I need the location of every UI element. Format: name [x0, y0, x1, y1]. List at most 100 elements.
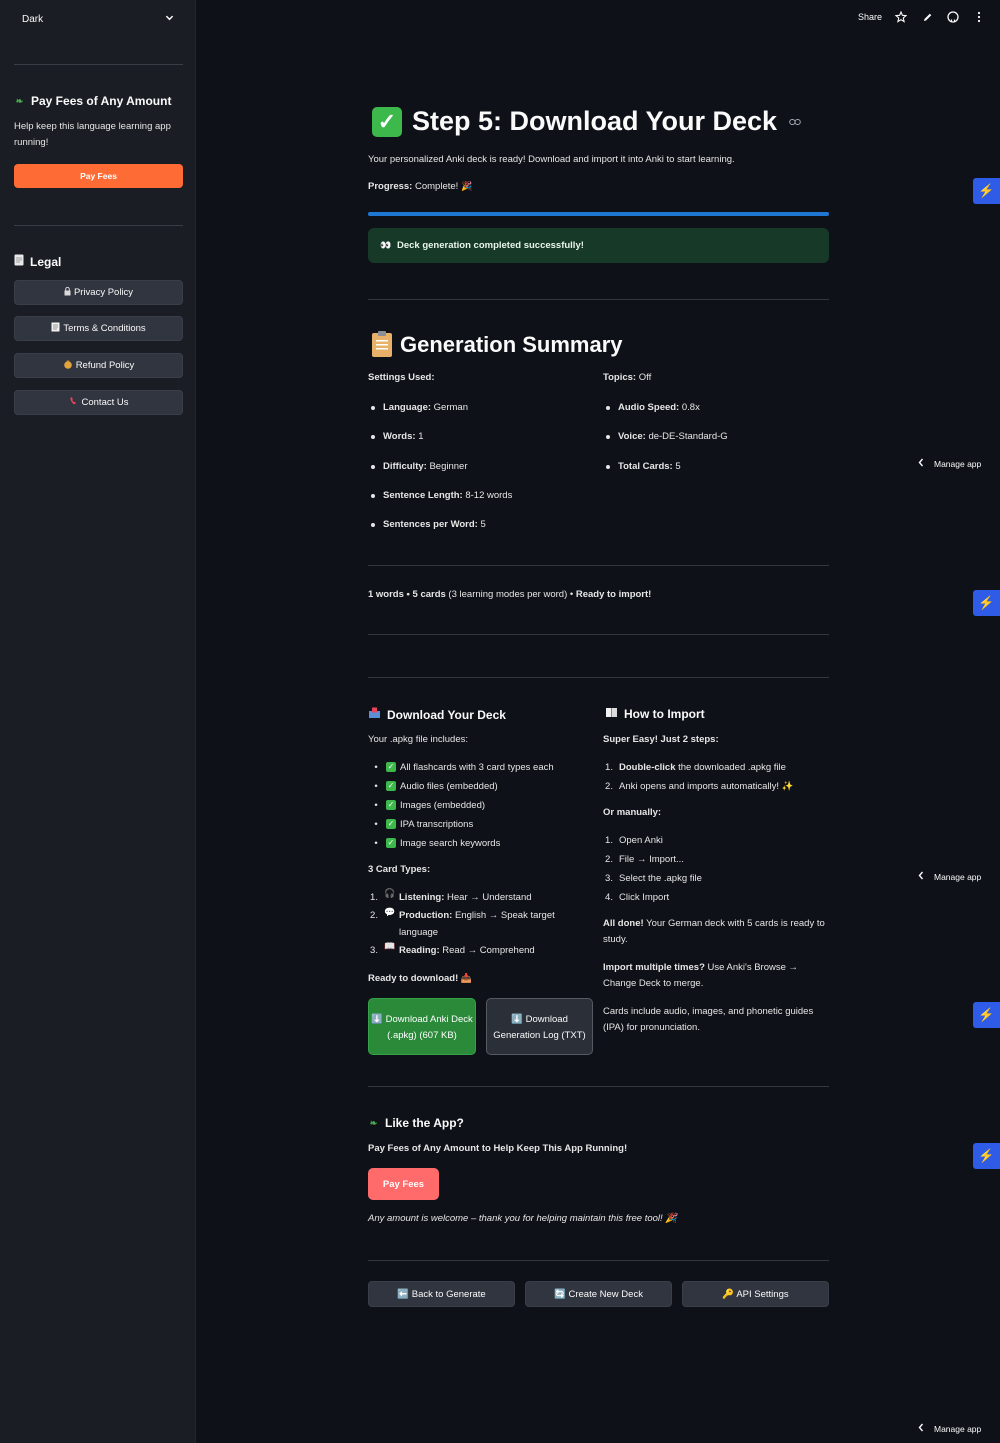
list-item: 1. 🎧 Listening: Hear → Understand [370, 888, 532, 903]
check-mark-icon: ✓ [372, 106, 402, 137]
thanks-text: Any amount is welcome – thank you for he… [368, 1213, 678, 1224]
card-types-label: 3 Card Types: [368, 864, 431, 875]
list-item: Sentence Length: 8-12 words [368, 488, 593, 517]
inbox-tray-icon [368, 707, 381, 722]
list-item: Language: German [368, 400, 593, 429]
includes-label: Your .apkg file includes: [368, 734, 468, 745]
manage-app-button[interactable]: Manage app [918, 458, 981, 469]
progress-text: Progress: Complete! 🎉 [368, 181, 473, 192]
chevron-down-icon [165, 13, 174, 25]
chevron-left-icon [918, 871, 924, 882]
manage-app-button[interactable]: Manage app [918, 871, 981, 882]
done-text: All done! Your German deck with 5 cards … [603, 918, 825, 945]
open-book-icon [605, 707, 618, 721]
manage-app-button[interactable]: Manage app [918, 1423, 981, 1434]
star-icon[interactable] [894, 10, 908, 24]
document-icon [14, 254, 24, 269]
list-item: Audio Speed: 0.8x [603, 400, 828, 429]
list-item: • ✓ Image search keywords [374, 838, 501, 849]
list-item: 3. Select the .apkg file [605, 873, 702, 884]
list-item: Difficulty: Beginner [368, 459, 593, 488]
money-wings-icon: ❧ [369, 1117, 378, 1128]
like-subtitle: Pay Fees of Any Amount to Help Keep This… [368, 1143, 628, 1154]
chevron-left-icon [918, 458, 924, 469]
back-to-generate-button[interactable]: ⬅️ Back to Generate [368, 1281, 515, 1307]
manual-steps-list: 1. Open Anki 2. File → Import... 3. Select … [603, 831, 828, 907]
lightning-tab-icon[interactable]: ⚡ [973, 1143, 1000, 1169]
manual-label: Or manually: [603, 807, 662, 818]
import-heading: How to Import [605, 707, 705, 721]
deck-stats: 1 words • 5 cards (3 learning modes per … [368, 589, 652, 600]
lightning-tab-icon[interactable]: ⚡ [973, 1002, 1000, 1028]
list-item: Total Cards: 5 [603, 459, 828, 488]
download-log-button[interactable]: ⬇️ Download Generation Log (TXT) [486, 998, 593, 1055]
sidebar-legal-heading: Legal [14, 254, 61, 269]
includes-list: • ✓ All flashcards with 3 card types each … [370, 758, 590, 853]
download-deck-button[interactable]: ⬇️ Download Anki Deck (.apkg) (607 KB) [368, 998, 476, 1055]
anchor-link-icon[interactable] [789, 115, 801, 129]
privacy-policy-button[interactable]: Privacy Policy [14, 280, 183, 305]
api-settings-button[interactable]: 🔑 API Settings [682, 1281, 829, 1307]
edit-pencil-icon[interactable] [920, 10, 934, 24]
step-subtitle: Your personalized Anki deck is ready! Do… [368, 154, 735, 165]
list-item: 2. File → Import... [605, 854, 684, 865]
theme-select-value: Dark [22, 13, 44, 25]
clipboard-icon [372, 331, 392, 357]
multi-import-text: Import multiple times? Use Anki's Browse… [603, 962, 799, 989]
chevron-left-icon [918, 1423, 924, 1434]
list-item: 2. 💬 Production: English → Speak target la… [370, 907, 555, 938]
list-item: • ✓ Audio files (embedded) [374, 781, 498, 792]
list-item: • ✓ Images (embedded) [374, 800, 486, 811]
terms-conditions-button[interactable]: Terms & Conditions [14, 316, 183, 341]
page-title: ✓ Step 5: Download Your Deck [372, 106, 801, 137]
divider [368, 1086, 829, 1087]
lock-icon [64, 286, 71, 299]
easy-steps-label: Super Easy! Just 2 steps: [603, 734, 719, 745]
share-button[interactable]: Share [858, 12, 882, 22]
summary-heading: Generation Summary [372, 331, 623, 358]
lightning-tab-icon[interactable]: ⚡ [973, 590, 1000, 616]
more-vertical-icon[interactable] [972, 10, 986, 24]
list-item: • ✓ IPA transcriptions [374, 819, 474, 830]
sidebar-divider [14, 225, 183, 226]
list-item: Sentences per Word: 5 [368, 517, 593, 546]
check-mark-icon: ✓ [386, 819, 396, 829]
check-mark-icon: ✓ [386, 762, 396, 772]
sparkle-eyes-icon: 👀 [380, 240, 392, 250]
inbox-tray-icon: 📥 [460, 973, 473, 983]
check-mark-icon: ✓ [386, 800, 396, 810]
theme-select[interactable]: Dark [14, 8, 182, 30]
pay-fees-button[interactable]: Pay Fees [368, 1168, 439, 1200]
party-popper-icon: 🎉 [460, 181, 473, 191]
settings-list-right: Audio Speed: 0.8x Voice: de-DE-Standard-… [603, 400, 828, 488]
list-item: 3. 📖 Reading: Read → Comprehend [370, 941, 535, 956]
list-item: Voice: de-DE-Standard-G [603, 429, 828, 458]
list-item: 1. Double-click the downloaded .apkg file [605, 762, 786, 773]
card-types-list: 1. 🎧 Listening: Hear → Understand 2. 💬 Produ… [368, 888, 588, 960]
lightning-tab-icon[interactable]: ⚡ [973, 178, 1000, 204]
github-icon[interactable] [946, 10, 960, 24]
divider [368, 299, 829, 300]
progress-bar-fill [368, 212, 829, 216]
easy-steps-list: 1. Double-click the downloaded .apkg file… [603, 758, 828, 796]
create-new-deck-button[interactable]: 🔄 Create New Deck [525, 1281, 672, 1307]
clipboard-icon [51, 322, 60, 335]
money-bag-icon [63, 359, 73, 372]
list-item: • ✓ All flashcards with 3 card types each [374, 762, 554, 773]
sidebar-pay-heading: ❧ Pay Fees of Any Amount [15, 94, 172, 108]
cards-note: Cards include audio, images, and phoneti… [603, 1006, 814, 1033]
list-item: 2. Anki opens and imports automatically! … [605, 781, 794, 792]
progress-bar [368, 212, 829, 216]
refund-policy-button[interactable]: Refund Policy [14, 353, 183, 378]
speech-bubble-icon: 💬 [384, 907, 396, 917]
divider [368, 677, 829, 678]
topics-line: Topics: Off [603, 372, 652, 383]
ready-label: Ready to download! 📥 [368, 973, 473, 984]
contact-us-button[interactable]: Contact Us [14, 390, 183, 415]
list-item: 1. Open Anki [605, 835, 663, 846]
sidebar-pay-fees-button[interactable]: Pay Fees [14, 164, 183, 188]
list-item: Words: 1 [368, 429, 593, 458]
check-mark-icon: ✓ [386, 781, 396, 791]
like-heading: ❧ Like the App? [369, 1116, 464, 1130]
headphones-icon: 🎧 [384, 888, 396, 898]
